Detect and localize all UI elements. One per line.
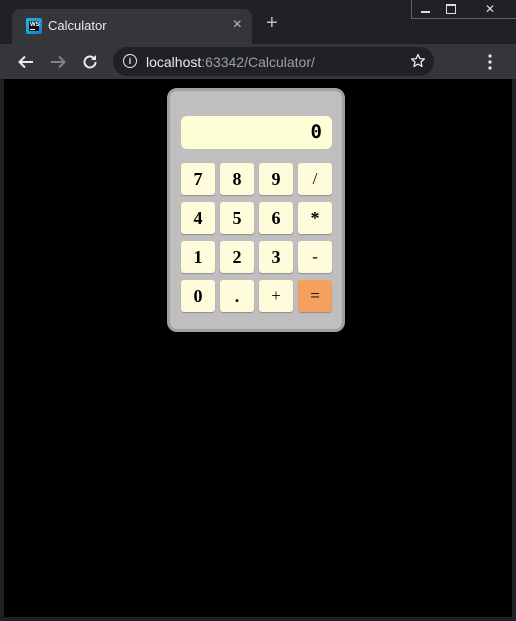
forward-arrow-icon[interactable] <box>49 53 67 71</box>
minimize-icon <box>420 11 430 13</box>
new-tab-button[interactable]: + <box>266 13 278 33</box>
key-divide[interactable]: / <box>298 163 332 195</box>
favicon-text: WS <box>30 22 40 28</box>
key-7[interactable]: 7 <box>181 163 215 195</box>
key-3[interactable]: 3 <box>259 241 293 273</box>
key-9[interactable]: 9 <box>259 163 293 195</box>
key-8[interactable]: 8 <box>220 163 254 195</box>
key-4[interactable]: 4 <box>181 202 215 234</box>
key-5[interactable]: 5 <box>220 202 254 234</box>
key-1[interactable]: 1 <box>181 241 215 273</box>
info-icon[interactable]: i <box>123 54 137 68</box>
key-2[interactable]: 2 <box>220 241 254 273</box>
browser-titlebar: WS Calculator × + ✕ <box>0 0 516 44</box>
menu-dots-icon[interactable] <box>487 54 493 70</box>
close-window-button[interactable]: ✕ <box>464 0 516 18</box>
key-0[interactable]: 0 <box>181 280 215 312</box>
maximize-icon <box>446 4 456 14</box>
key-plus[interactable]: + <box>259 280 293 312</box>
page-viewport: 0 7 8 9 / 4 5 6 * 1 2 3 - 0 . + = <box>4 79 512 617</box>
url-host: localhost <box>146 54 202 70</box>
back-arrow-icon[interactable] <box>17 53 35 71</box>
key-equals[interactable]: = <box>298 280 332 312</box>
address-bar[interactable]: i localhost:63342/Calculator/ <box>113 47 434 76</box>
keypad: 7 8 9 / 4 5 6 * 1 2 3 - 0 . + = <box>181 163 334 312</box>
url-path: :63342/Calculator/ <box>201 54 315 70</box>
browser-tab[interactable]: WS Calculator × <box>12 9 252 44</box>
star-icon[interactable] <box>410 53 426 69</box>
tab-title: Calculator <box>48 18 107 33</box>
key-dot[interactable]: . <box>220 280 254 312</box>
calculator-display: 0 <box>181 116 332 149</box>
webstorm-icon: WS <box>26 18 42 34</box>
calculator: 0 7 8 9 / 4 5 6 * 1 2 3 - 0 . + = <box>167 88 345 332</box>
window-controls: ✕ <box>411 0 516 19</box>
reload-icon[interactable] <box>81 53 99 71</box>
maximize-button[interactable] <box>438 0 464 18</box>
address-url[interactable]: localhost:63342/Calculator/ <box>146 54 315 70</box>
key-minus[interactable]: - <box>298 241 332 273</box>
tab-close-icon[interactable]: × <box>233 17 242 33</box>
key-6[interactable]: 6 <box>259 202 293 234</box>
minimize-button[interactable] <box>412 0 438 18</box>
key-multiply[interactable]: * <box>298 202 332 234</box>
browser-toolbar: i localhost:63342/Calculator/ <box>0 44 516 79</box>
